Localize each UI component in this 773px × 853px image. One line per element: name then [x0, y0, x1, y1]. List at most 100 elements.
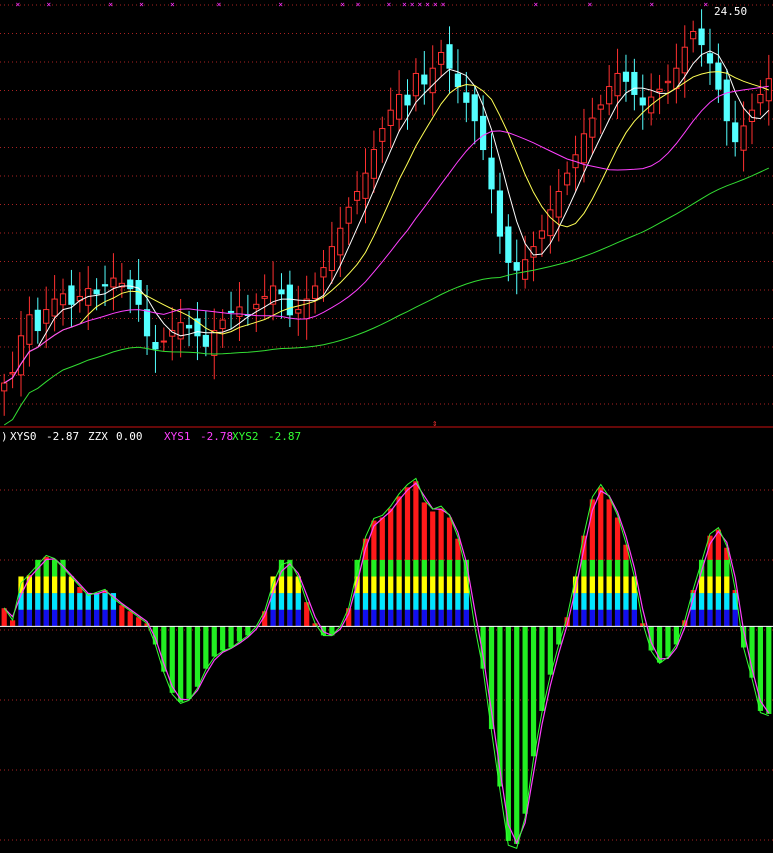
indicator-stack-block [354, 609, 360, 627]
indicator-stack-block [77, 593, 83, 610]
indicator-stack-block [589, 559, 595, 577]
candle-body [597, 104, 604, 110]
indicator-stack-block [455, 593, 461, 610]
indicator-stack-block [379, 559, 385, 577]
candle-body [446, 44, 453, 69]
indicator-stack-block [413, 559, 419, 577]
indicator-stack-block [715, 593, 721, 610]
ma60-line [3, 167, 770, 426]
legend-xys0-value: -2.87 [46, 430, 79, 443]
indicator-stack-block [413, 576, 419, 594]
candle-body [631, 71, 638, 95]
candle-body [480, 115, 487, 151]
indicator-bar-negative [178, 626, 184, 702]
candle-body [345, 206, 352, 224]
signal-marker: × [278, 0, 283, 9]
indicator-bars [0, 481, 773, 844]
indicator-stack-block [606, 559, 612, 577]
candle-body [9, 372, 16, 375]
candle-body [110, 277, 117, 288]
panel-resize-handle[interactable]: ⇕ [432, 419, 437, 429]
indicator-stack-block [455, 576, 461, 594]
indicator-stack-block [26, 609, 33, 627]
signal-marker: × [108, 0, 113, 9]
candle-body [328, 246, 335, 272]
indicator-stack-block [278, 593, 285, 610]
indicator-stack-block [295, 609, 301, 627]
indicator-stack-block [43, 609, 49, 627]
indicator-stack-block [52, 576, 58, 594]
indicator-bar-negative [766, 626, 772, 714]
signal-marker: × [587, 0, 592, 9]
indicator-stack-block [404, 593, 411, 610]
indicator-stack-block [77, 609, 83, 627]
indicator-bar-negative [556, 626, 562, 645]
indicator-stack-block [60, 593, 66, 610]
candle-body [538, 230, 546, 239]
candle-body [127, 279, 134, 290]
candle-body [311, 285, 319, 299]
indicator-bar-negative [673, 626, 679, 645]
candle-body [219, 319, 226, 330]
signal-marker: × [402, 0, 407, 9]
indicator-lines [3, 477, 770, 849]
candle-body [185, 324, 193, 329]
candle-body [496, 190, 504, 237]
indicator-stack-block [60, 576, 66, 594]
signal-marker: × [425, 0, 430, 9]
indicator-stack-block [35, 576, 41, 594]
signal-marker: × [441, 0, 446, 9]
indicator-stack-block [463, 609, 469, 627]
indicator-stack-block [724, 559, 730, 577]
signal-marker: × [15, 0, 20, 9]
indicator-stack-block [60, 609, 66, 627]
indicator-stack-block [362, 593, 369, 610]
indicator-stack-block [438, 609, 444, 627]
candle-body [404, 94, 411, 106]
candle-body [261, 295, 268, 299]
indicator-stack-block [371, 609, 377, 627]
candle-body [395, 93, 403, 120]
signal-marker: × [340, 0, 345, 9]
indicator-bar-negative [656, 626, 663, 663]
indicator-stack-block [396, 609, 402, 627]
indicator-legend: ) XYS0 -2.87 ZZX 0.00 XYS1 -2.78 XYS2 -2… [1, 430, 301, 443]
candle-body [177, 322, 184, 340]
candle-body [286, 284, 293, 316]
candle-body [43, 309, 50, 324]
legend-zzx-name: ZZX [88, 430, 108, 443]
candle-body [370, 149, 378, 179]
indicator-stack-block [581, 559, 587, 577]
indicator-stack-block [606, 576, 612, 594]
grid-lines [0, 4, 773, 841]
indicator-stack-block [589, 593, 595, 610]
indicator-stack-block [614, 576, 621, 594]
candle-body [379, 128, 386, 142]
indicator-bar-negative [203, 626, 209, 669]
candle-body [353, 191, 361, 201]
indicator-stack-block [52, 609, 58, 627]
legend-xys1-value: -2.78 [200, 430, 233, 443]
indicator-stack-block [35, 593, 41, 610]
indicator-stack-block [421, 576, 427, 594]
indicator-bar-positive [127, 611, 133, 627]
indicator-bar-negative [220, 626, 226, 651]
candle-body [303, 298, 310, 320]
indicator-stack-block [606, 609, 612, 627]
candle-body [152, 341, 159, 350]
indicator-stack-block [715, 609, 721, 627]
xys1-line [3, 482, 770, 845]
indicator-stack-block [446, 576, 453, 594]
indicator-stack-block [396, 576, 402, 594]
indicator-stack-block [623, 593, 629, 610]
indicator-stack-block [581, 576, 587, 594]
signal-marker: × [216, 0, 221, 9]
indicator-stack-block [455, 559, 461, 577]
indicator-stack-block [732, 609, 738, 627]
signal-marker: × [387, 0, 392, 9]
candle-body [555, 191, 562, 218]
candle-body [706, 53, 714, 64]
candle-body [26, 314, 33, 345]
indicator-stack-block [581, 593, 587, 610]
indicator-bar-negative [522, 626, 528, 814]
